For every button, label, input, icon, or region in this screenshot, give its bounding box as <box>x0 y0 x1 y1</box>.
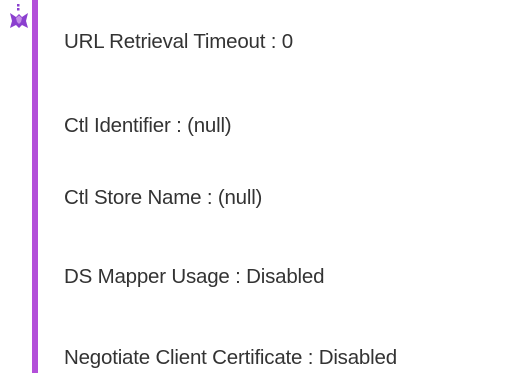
field-ds-mapper-usage: DS Mapper Usage : Disabled <box>64 265 325 288</box>
field-ctl-store-name: Ctl Store Name : (null) <box>64 186 263 209</box>
tool-icon <box>8 4 30 30</box>
field-url-retrieval-timeout: URL Retrieval Timeout : 0 <box>64 30 293 53</box>
property-panel: URL Retrieval Timeout : 0 Ctl Identifier… <box>0 0 514 373</box>
field-ctl-identifier: Ctl Identifier : (null) <box>64 114 232 137</box>
accent-bar <box>32 0 38 373</box>
field-negotiate-client-certificate: Negotiate Client Certificate : Disabled <box>64 346 397 369</box>
